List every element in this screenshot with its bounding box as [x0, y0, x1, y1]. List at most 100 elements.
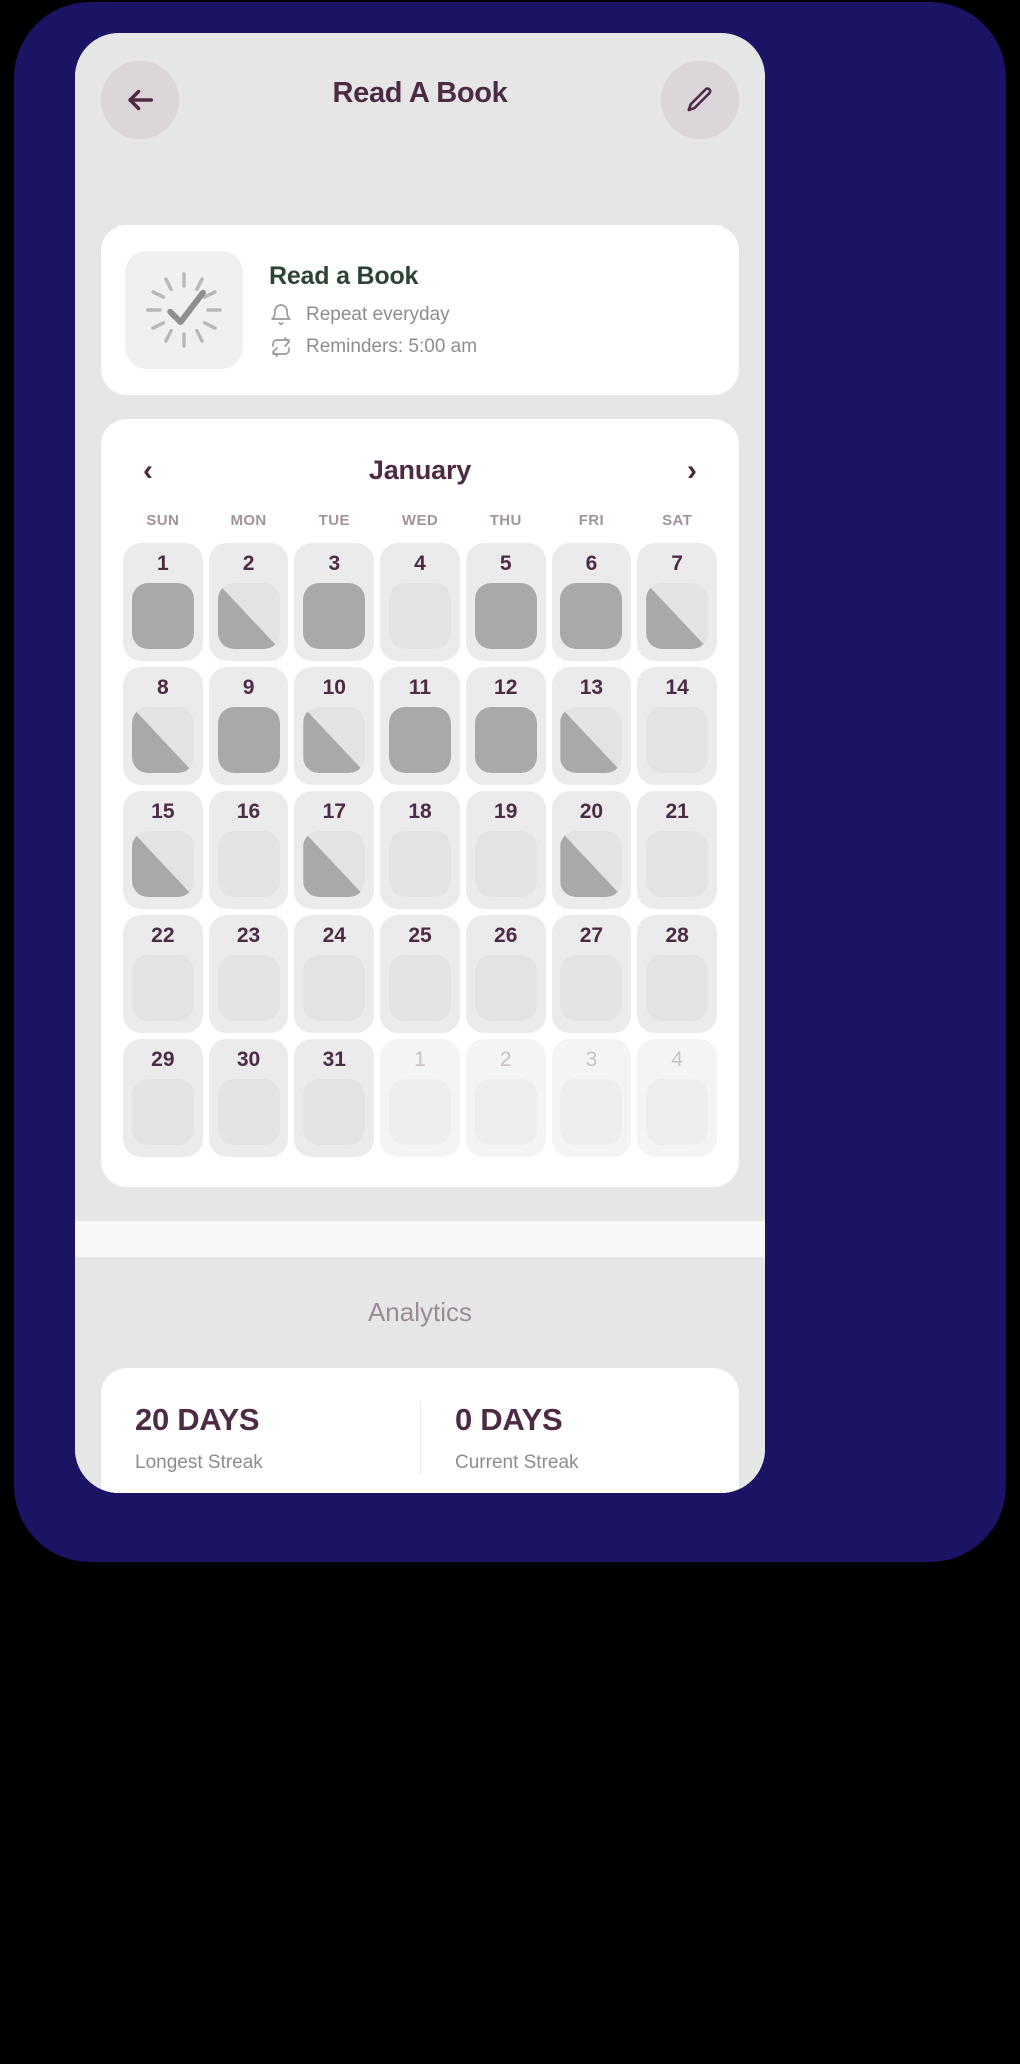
streak-value: 20 DAYS	[135, 1402, 260, 1437]
calendar-day-cell[interactable]: 17	[294, 791, 375, 909]
calendar-day-cell[interactable]: 24	[294, 915, 375, 1033]
calendar-day-mark-half	[646, 583, 709, 649]
calendar-day-cell[interactable]: 7	[637, 543, 717, 661]
calendar-day-cell[interactable]: 1	[380, 1039, 460, 1157]
calendar-day-number: 21	[665, 800, 689, 823]
calendar-day-number: 10	[322, 676, 346, 699]
calendar-day-mark-empty	[303, 955, 366, 1021]
calendar-day-number: 1	[157, 552, 169, 575]
calendar-day-cell[interactable]: 27	[551, 915, 632, 1033]
calendar-day-cell[interactable]: 19	[465, 791, 546, 909]
calendar-day-cell[interactable]: 8	[123, 667, 203, 785]
calendar-day-mark-empty	[217, 955, 280, 1021]
weekday-header-row: SUN MON TUE WED THU FRI SAT	[123, 512, 717, 529]
calendar-day-cell[interactable]: 5	[465, 543, 546, 661]
calendar-day-cell[interactable]: 23	[208, 915, 289, 1033]
calendar-day-number: 1	[414, 1048, 426, 1071]
next-month-button[interactable]: ›	[681, 455, 703, 486]
calendar-day-mark-empty	[474, 831, 537, 897]
calendar-day-number: 5	[499, 552, 512, 575]
calendar-day-cell[interactable]: 4	[380, 543, 460, 661]
calendar-day-cell[interactable]: 4	[637, 1039, 717, 1157]
calendar-day-number: 23	[236, 924, 261, 947]
calendar-day-mark-half	[131, 831, 194, 897]
calendar-day-mark-empty	[388, 955, 451, 1021]
calendar-day-mark-empty	[646, 955, 709, 1021]
calendar-day-number: 25	[408, 924, 432, 947]
calendar-day-mark-empty	[388, 583, 451, 649]
weekday-label-fri: FRI	[578, 512, 605, 529]
calendar-day-number: 14	[665, 676, 689, 699]
phone-frame: Read A Book Read a Book Repeat everyday …	[20, 8, 1000, 1556]
calendar-day-number: 8	[157, 676, 169, 699]
calendar-day-mark-full	[217, 707, 280, 773]
calendar-day-number: 4	[414, 552, 426, 575]
prev-month-button[interactable]: ‹	[137, 455, 159, 486]
clock-check-icon	[146, 272, 222, 348]
calendar-day-cell[interactable]: 13	[551, 667, 632, 785]
bell-icon	[269, 303, 293, 327]
calendar-day-number: 15	[151, 800, 175, 823]
weekday-label-mon: MON	[230, 512, 267, 529]
habit-repeat-row: Repeat everyday	[269, 303, 715, 327]
calendar-day-cell[interactable]: 21	[637, 791, 717, 909]
habit-icon	[125, 251, 243, 369]
calendar-day-cell[interactable]: 14	[637, 667, 717, 785]
calendar-day-mark-full	[474, 707, 537, 773]
calendar-day-cell[interactable]: 28	[637, 915, 717, 1033]
calendar-day-mark-half	[303, 707, 366, 773]
analytics-title: Analytics	[367, 1297, 473, 1327]
calendar-day-number: 29	[151, 1048, 175, 1071]
calendar-day-cell[interactable]: 22	[123, 915, 203, 1033]
streak-label: Longest Streak	[135, 1452, 263, 1473]
calendar-day-cell[interactable]: 9	[208, 667, 289, 785]
calendar-day-cell[interactable]: 2	[465, 1039, 546, 1157]
streak-stats-card: 20 DAYS Longest Streak 0 DAYS Current Strea…	[101, 1368, 739, 1493]
calendar-day-number: 30	[236, 1048, 261, 1071]
weekday-label-sat: SAT	[662, 512, 693, 529]
calendar-day-grid: 1 2 3 4 5 6 7 8 9 10 11 12 13 14 15 16 17 18 19 20 21 22 23 24 2…	[123, 543, 717, 1157]
calendar-day-number: 20	[579, 800, 604, 823]
calendar-day-number: 7	[671, 552, 683, 575]
calendar-day-number: 11	[408, 676, 432, 699]
calendar-day-cell[interactable]: 15	[123, 791, 203, 909]
calendar-day-cell[interactable]: 31	[294, 1039, 375, 1157]
calendar-day-number: 4	[671, 1048, 683, 1071]
calendar-day-cell[interactable]: 18	[380, 791, 460, 909]
calendar-day-number: 19	[494, 800, 518, 823]
calendar-day-mark-empty	[646, 831, 709, 897]
calendar-day-cell[interactable]: 26	[465, 915, 546, 1033]
calendar-day-cell[interactable]: 6	[551, 543, 632, 661]
calendar-day-mark-half	[131, 707, 194, 773]
calendar-day-cell[interactable]: 10	[294, 667, 375, 785]
habit-info-card: Read a Book Repeat everyday Reminders: 5…	[101, 225, 739, 395]
weekday-label-thu: THU	[489, 512, 522, 529]
calendar-day-mark-full	[388, 707, 451, 773]
calendar-day-number: 16	[236, 800, 261, 823]
calendar-day-cell[interactable]: 1	[123, 543, 203, 661]
calendar-day-mark-empty	[474, 1079, 537, 1145]
calendar-day-number: 31	[322, 1048, 346, 1071]
repeat-icon	[269, 335, 293, 359]
calendar-day-cell[interactable]: 20	[551, 791, 632, 909]
edit-button[interactable]	[661, 61, 739, 139]
calendar-day-mark-empty	[131, 1079, 194, 1145]
calendar-day-cell[interactable]: 2	[208, 543, 289, 661]
calendar-day-cell[interactable]: 11	[380, 667, 460, 785]
calendar-day-mark-empty	[646, 707, 709, 773]
calendar-day-number: 6	[585, 552, 598, 575]
calendar-month-label: January	[368, 455, 472, 485]
calendar-day-cell[interactable]: 25	[380, 915, 460, 1033]
calendar-day-cell[interactable]: 3	[551, 1039, 632, 1157]
calendar-day-cell[interactable]: 12	[465, 667, 546, 785]
calendar-day-cell[interactable]: 3	[294, 543, 375, 661]
calendar-day-cell[interactable]: 16	[208, 791, 289, 909]
calendar-day-mark-empty	[646, 1079, 709, 1145]
calendar-day-cell[interactable]: 29	[123, 1039, 203, 1157]
calendar-day-mark-empty	[388, 831, 451, 897]
calendar-day-number: 3	[328, 552, 341, 575]
calendar-day-mark-empty	[474, 955, 537, 1021]
calendar-day-cell[interactable]: 30	[208, 1039, 289, 1157]
calendar-day-mark-full	[560, 583, 623, 649]
pencil-icon	[685, 85, 715, 115]
